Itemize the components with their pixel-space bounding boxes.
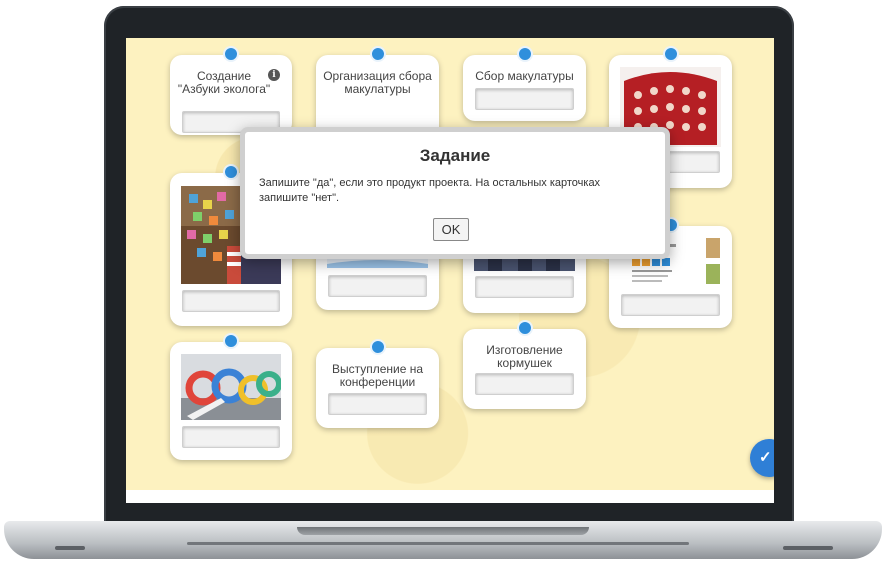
task-dialog: Задание Запишите "да", если это продукт … [240, 127, 670, 259]
card-pin[interactable] [369, 46, 386, 62]
card-paper-collection[interactable]: Сбор макулатуры [463, 46, 586, 121]
card-pin[interactable] [223, 46, 239, 62]
card-label: Изготовление кормушек [486, 343, 563, 370]
answer-field[interactable] [182, 426, 280, 448]
laptop-hinge-line [187, 542, 689, 545]
tire-playground-image [181, 354, 281, 420]
card-create-eco-alphabet[interactable]: Создание "Азбуки эколога" i [170, 46, 292, 135]
info-icon[interactable]: i [268, 69, 280, 81]
answer-field[interactable] [475, 373, 574, 395]
card-pin[interactable] [223, 333, 239, 349]
answer-field[interactable] [182, 290, 280, 312]
card-tire-playground[interactable] [170, 333, 292, 460]
ok-button[interactable]: OK [433, 218, 469, 241]
activity-screen: Создание "Азбуки эколога" i Организация … [126, 38, 774, 503]
card-label: Выступление на конференции [331, 362, 424, 389]
card-label: Сбор макулатуры [475, 69, 574, 83]
card-conference-talk[interactable]: Выступление на конференции [316, 339, 439, 428]
card-pin[interactable] [516, 46, 533, 62]
laptop-notch [297, 527, 589, 535]
check-icon[interactable]: ✓ [750, 439, 774, 477]
dialog-title: Задание [419, 146, 491, 165]
card-pin[interactable] [662, 46, 679, 62]
card-pin[interactable] [223, 164, 239, 180]
dialog-text: Запишите "да", если это продукт проекта.… [259, 177, 601, 204]
screen-bottom-bar [126, 490, 774, 503]
answer-field[interactable] [328, 275, 427, 297]
answer-field[interactable] [475, 276, 574, 298]
card-pin[interactable] [369, 339, 386, 355]
laptop-port-right [783, 546, 833, 550]
laptop-port-left [55, 546, 85, 550]
answer-field[interactable] [475, 88, 574, 110]
card-bird-feeders[interactable]: Изготовление кормушек [463, 320, 586, 409]
card-label: Организация сбора макулатуры [323, 69, 432, 96]
answer-field[interactable] [621, 294, 720, 316]
answer-field[interactable] [328, 393, 427, 415]
card-pin[interactable] [516, 320, 533, 336]
